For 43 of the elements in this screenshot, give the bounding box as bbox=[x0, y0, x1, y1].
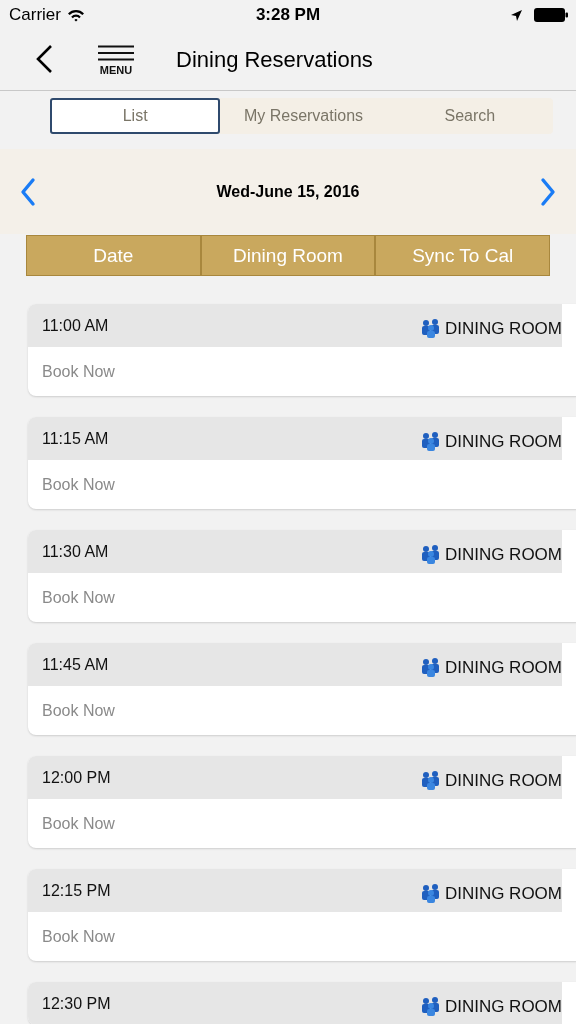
slot-time: 11:30 AM bbox=[42, 542, 109, 561]
book-now-link[interactable]: Book Now bbox=[42, 927, 115, 946]
people-icon bbox=[419, 771, 441, 790]
wifi-icon bbox=[66, 8, 85, 22]
slot-time: 12:30 PM bbox=[42, 994, 111, 1013]
previous-day-button[interactable] bbox=[20, 176, 36, 207]
page-title: Dining Reservations bbox=[176, 47, 373, 73]
room-label: DINING ROOM bbox=[444, 544, 562, 565]
people-icon bbox=[419, 319, 441, 338]
menu-button[interactable]: MENU bbox=[98, 44, 134, 76]
sort-button[interactable]: Date bbox=[26, 235, 201, 276]
slot-time: 11:00 AM bbox=[42, 316, 109, 335]
sort-button[interactable]: Sync To Cal bbox=[375, 235, 550, 276]
room-label: DINING ROOM bbox=[444, 996, 562, 1017]
battery-icon bbox=[534, 8, 568, 22]
clock-time: 3:28 PM bbox=[255, 5, 321, 25]
segment-tab[interactable]: My Reservations bbox=[220, 98, 387, 134]
room-label: DINING ROOM bbox=[444, 770, 562, 791]
people-icon bbox=[419, 432, 441, 451]
people-icon bbox=[419, 997, 441, 1016]
segment-tab[interactable]: List bbox=[50, 98, 221, 134]
carrier-label: Carrier bbox=[9, 5, 61, 25]
room-label: DINING ROOM bbox=[444, 431, 562, 452]
sort-button[interactable]: Dining Room bbox=[200, 235, 376, 276]
book-now-link[interactable]: Book Now bbox=[42, 362, 115, 381]
slot-time: 11:45 AM bbox=[42, 655, 109, 674]
slot-time: 12:00 PM bbox=[42, 768, 111, 787]
book-now-link[interactable]: Book Now bbox=[42, 701, 115, 720]
book-now-link[interactable]: Book Now bbox=[42, 588, 115, 607]
people-icon bbox=[419, 884, 441, 903]
room-label: DINING ROOM bbox=[444, 318, 562, 339]
room-label: DINING ROOM bbox=[444, 657, 562, 678]
slot-time: 12:15 PM bbox=[42, 881, 111, 900]
segment-tab[interactable]: Search bbox=[386, 98, 553, 134]
book-now-link[interactable]: Book Now bbox=[42, 814, 115, 833]
location-arrow-icon bbox=[511, 9, 522, 21]
slot-time: 11:15 AM bbox=[42, 429, 109, 448]
date-label: Wed-June 15, 2016 bbox=[216, 182, 360, 201]
people-icon bbox=[419, 545, 441, 564]
people-icon bbox=[419, 658, 441, 677]
room-label: DINING ROOM bbox=[444, 883, 562, 904]
book-now-link[interactable]: Book Now bbox=[42, 475, 115, 494]
next-day-button[interactable] bbox=[540, 176, 556, 207]
